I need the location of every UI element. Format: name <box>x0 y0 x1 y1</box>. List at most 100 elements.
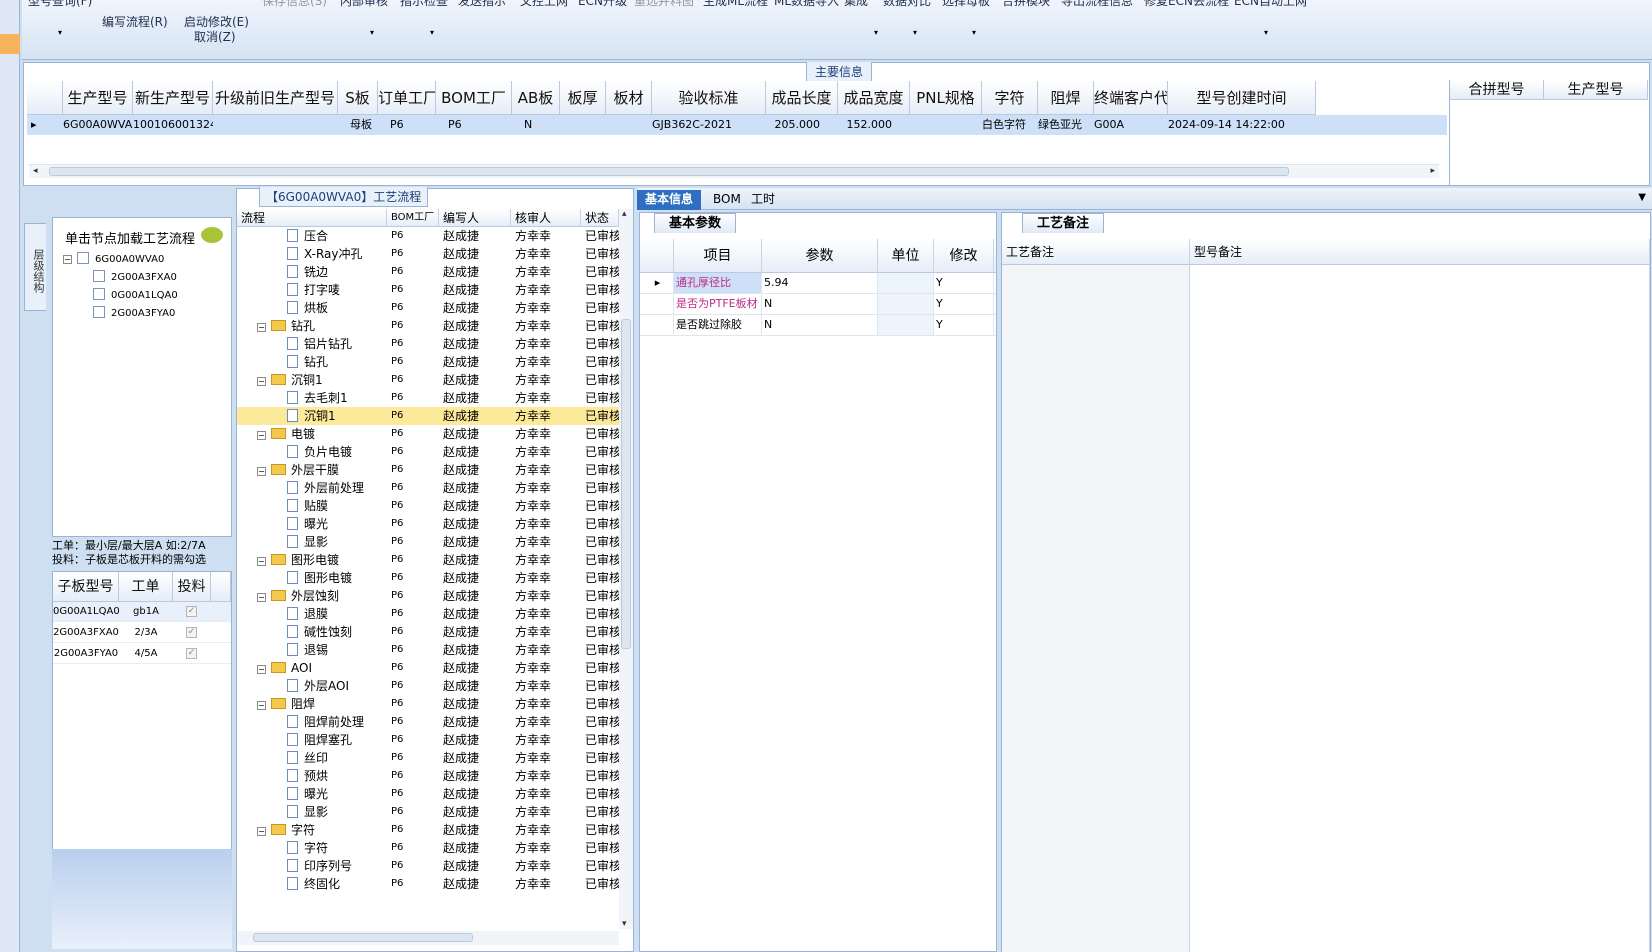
table-cell[interactable]: 绿色亚光 <box>1038 115 1094 135</box>
flow-step-name[interactable]: 外层前处理 <box>287 479 364 497</box>
dropdown-arrow-icon[interactable]: ▾ <box>370 28 374 37</box>
flow-row[interactable]: − 字符 P6 赵成捷 方幸幸 已审核 <box>237 821 619 839</box>
column-header[interactable]: 订单工厂 <box>378 81 436 115</box>
flow-step-label[interactable]: 外层前处理 <box>304 481 364 495</box>
flow-row[interactable]: 钻孔 P6 赵成捷 方幸幸 已审核 <box>237 353 619 371</box>
column-header[interactable]: S板 <box>338 81 378 115</box>
flow-step-label[interactable]: 沉铜1 <box>291 373 323 387</box>
flow-step-name[interactable]: 字符 <box>287 839 328 857</box>
table-cell[interactable]: 4/5A <box>119 644 173 664</box>
collapse-icon[interactable]: − <box>257 377 266 386</box>
flow-step-name[interactable]: − 字符 <box>257 821 315 839</box>
table-cell[interactable]: 母板 <box>338 115 378 135</box>
flow-row[interactable]: 贴膜 P6 赵成捷 方幸幸 已审核 <box>237 497 619 515</box>
column-header[interactable]: 板材 <box>606 81 652 115</box>
table-cell[interactable]: 205.000 <box>766 115 838 135</box>
tree-node-label[interactable]: 6G00A0WVA0 <box>95 254 164 265</box>
flow-step-name[interactable]: − 外层干膜 <box>257 461 339 479</box>
feed-checkbox[interactable]: ✓ <box>186 606 197 617</box>
flow-row[interactable]: 外层AOI P6 赵成捷 方幸幸 已审核 <box>237 677 619 695</box>
flow-step-label[interactable]: 显影 <box>304 535 328 549</box>
flow-row[interactable]: 碱性蚀刻 P6 赵成捷 方幸幸 已审核 <box>237 623 619 641</box>
flow-row[interactable]: 铝片钻孔 P6 赵成捷 方幸幸 已审核 <box>237 335 619 353</box>
flow-step-label[interactable]: 钻孔 <box>291 319 315 333</box>
column-header[interactable]: BOM工厂 <box>387 209 439 227</box>
column-header[interactable]: 验收标准 <box>652 81 766 115</box>
scroll-thumb[interactable] <box>253 933 473 942</box>
checkbox-icon[interactable] <box>93 306 105 318</box>
table-cell[interactable] <box>910 115 982 135</box>
flow-row[interactable]: 退锡 P6 赵成捷 方幸幸 已审核 <box>237 641 619 659</box>
subtab-basic-params[interactable]: 基本参数 <box>654 213 737 233</box>
flow-step-name[interactable]: 外层AOI <box>287 677 349 695</box>
flow-row[interactable]: 阻焊塞孔 P6 赵成捷 方幸幸 已审核 <box>237 731 619 749</box>
flow-row[interactable]: 显影 P6 赵成捷 方幸幸 已审核 <box>237 803 619 821</box>
flow-step-label[interactable]: 烘板 <box>304 301 328 315</box>
flow-step-label[interactable]: 终固化 <box>304 877 340 891</box>
table-cell[interactable]: Y <box>934 294 994 314</box>
flow-row[interactable]: 铣边 P6 赵成捷 方幸幸 已审核 <box>237 263 619 281</box>
checkbox-icon[interactable] <box>77 252 89 264</box>
toolbar-button[interactable]: 修复ECN丢流程 <box>1144 0 1229 9</box>
flow-step-name[interactable]: 阻焊塞孔 <box>287 731 352 749</box>
table-cell[interactable]: 152.000 <box>838 115 910 135</box>
flow-step-label[interactable]: 退锡 <box>304 643 328 657</box>
collapse-icon[interactable]: − <box>257 827 266 836</box>
tree-node-label[interactable]: 0G00A1LQA0 <box>111 290 178 301</box>
flow-step-name[interactable]: − 外层蚀刻 <box>257 587 339 605</box>
flow-row[interactable]: 退膜 P6 赵成捷 方幸幸 已审核 <box>237 605 619 623</box>
column-header[interactable]: 流程 <box>237 209 387 227</box>
flow-row[interactable]: 去毛刺1 P6 赵成捷 方幸幸 已审核 <box>237 389 619 407</box>
table-cell[interactable]: N <box>512 115 560 135</box>
column-header[interactable]: 生产型号 <box>1544 80 1648 100</box>
flow-row[interactable]: 图形电镀 P6 赵成捷 方幸幸 已审核 <box>237 569 619 587</box>
scroll-left-icon[interactable]: ◂ <box>33 166 38 176</box>
column-header[interactable]: 型号创建时间 <box>1168 81 1316 115</box>
flow-row[interactable]: 阻焊前处理 P6 赵成捷 方幸幸 已审核 <box>237 713 619 731</box>
column-header[interactable]: 项目 <box>674 239 762 273</box>
column-header[interactable]: 升级前旧生产型号 <box>213 81 338 115</box>
table-cell[interactable]: N <box>762 315 878 335</box>
flow-step-name[interactable]: 去毛刺1 <box>287 389 348 407</box>
flow-step-name[interactable]: 碱性蚀刻 <box>287 623 352 641</box>
flow-step-name[interactable]: − AOI <box>257 659 312 677</box>
flow-step-label[interactable]: 阻焊 <box>291 697 315 711</box>
table-cell[interactable] <box>878 273 934 293</box>
flow-step-name[interactable]: − 图形电镀 <box>257 551 339 569</box>
dropdown-arrow-icon[interactable]: ▾ <box>874 28 878 37</box>
table-cell[interactable] <box>878 315 934 335</box>
tree-node[interactable]: 2G00A3FYA0 <box>93 306 175 319</box>
flow-step-label[interactable]: 图形电镀 <box>304 571 352 585</box>
table-cell[interactable]: 0G00A1LQA0 <box>53 602 120 622</box>
table-cell[interactable] <box>560 115 606 135</box>
model-notes-area[interactable] <box>1190 265 1650 952</box>
flow-row[interactable]: 曝光 P6 赵成捷 方幸幸 已审核 <box>237 515 619 533</box>
flow-step-name[interactable]: 终固化 <box>287 875 340 893</box>
flow-row[interactable]: − 电镀 P6 赵成捷 方幸幸 已审核 <box>237 425 619 443</box>
toolbar-button[interactable]: 生成ML流程 <box>703 0 768 9</box>
flow-row[interactable]: 沉铜1 P6 赵成捷 方幸幸 已审核 <box>237 407 619 425</box>
flow-step-name[interactable]: 烘板 <box>287 299 328 317</box>
dropdown-arrow-icon[interactable]: ▾ <box>972 28 976 37</box>
flow-step-name[interactable]: 钻孔 <box>287 353 328 371</box>
toolbar-button[interactable]: 重选并料图 <box>634 0 694 9</box>
column-header[interactable]: 修改 <box>934 239 994 273</box>
table-cell[interactable]: gb1A <box>119 602 173 622</box>
tab-work-hours[interactable]: 工时 <box>743 190 783 210</box>
dropdown-arrow-icon[interactable]: ▾ <box>430 28 434 37</box>
flow-step-label[interactable]: 碱性蚀刻 <box>304 625 352 639</box>
dropdown-arrow-icon[interactable]: ▾ <box>913 28 917 37</box>
table-row[interactable]: 0G00A1LQA0 gb1A ✓ <box>53 602 231 622</box>
collapse-icon[interactable]: − <box>257 431 266 440</box>
flow-row[interactable]: − 沉铜1 P6 赵成捷 方幸幸 已审核 <box>237 371 619 389</box>
collapse-icon[interactable]: − <box>257 323 266 332</box>
scroll-up-icon[interactable]: ▴ <box>622 209 627 219</box>
flow-step-name[interactable]: 铝片钻孔 <box>287 335 352 353</box>
flow-step-label[interactable]: 铝片钻孔 <box>304 337 352 351</box>
column-header[interactable]: 合拼型号 <box>1450 80 1544 100</box>
column-header[interactable]: 成品宽度 <box>838 81 910 115</box>
table-row[interactable]: ▸6G00A0WVA010010600132478母板P6P6NGJB362C-… <box>27 115 1447 135</box>
flow-step-name[interactable]: − 沉铜1 <box>257 371 323 389</box>
scroll-right-icon[interactable]: ▸ <box>1430 166 1435 176</box>
toolbar-button[interactable]: 合拼模块 <box>1002 0 1050 9</box>
